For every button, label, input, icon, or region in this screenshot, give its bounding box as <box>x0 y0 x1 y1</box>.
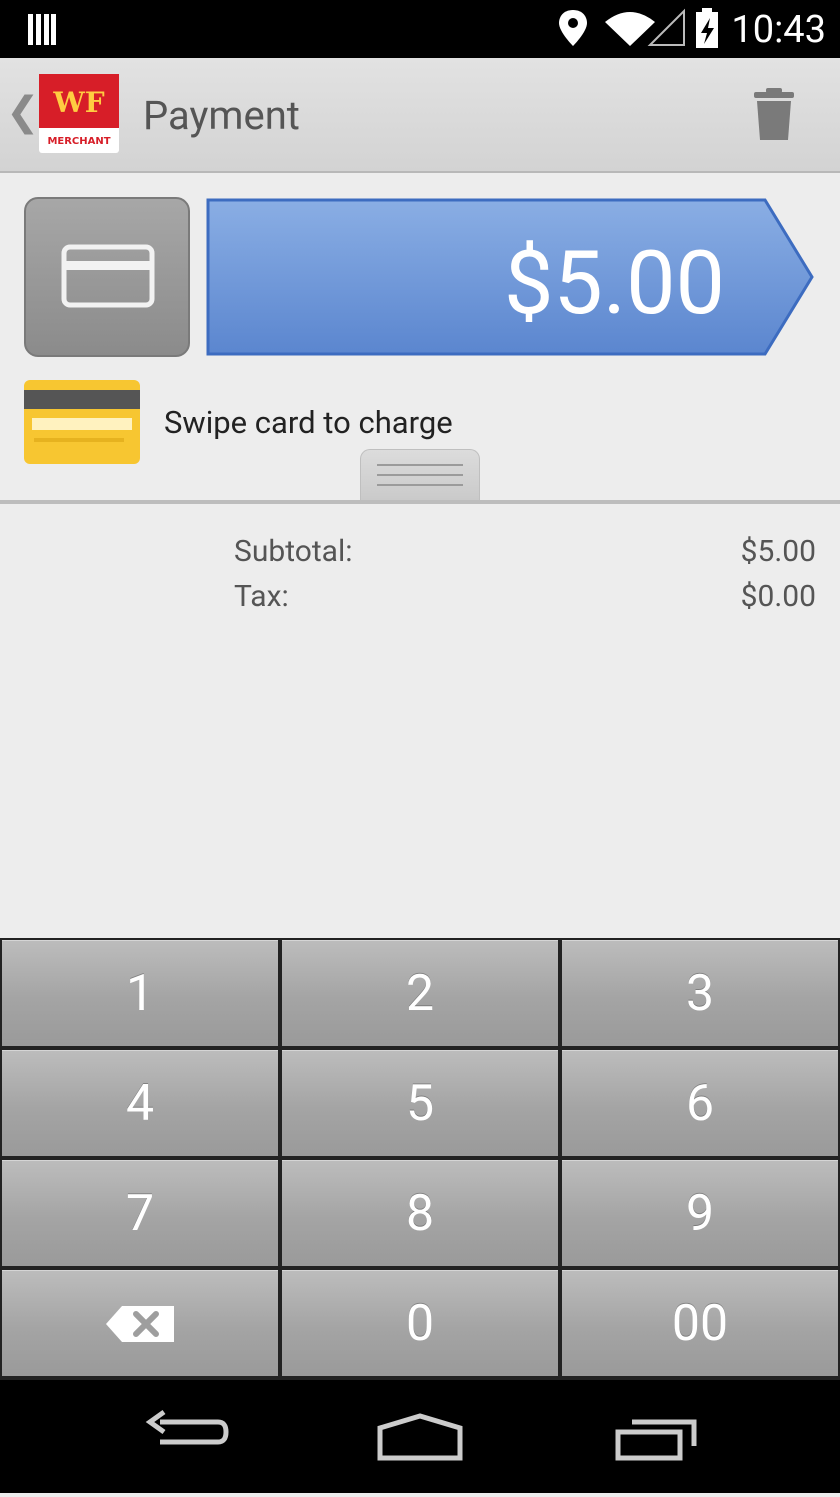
keypad: 1 2 3 4 5 6 7 8 9 0 00 <box>0 938 840 1380</box>
subtotal-value: $5.00 <box>740 534 816 569</box>
key-9[interactable]: 9 <box>562 1160 838 1266</box>
divider <box>0 500 840 504</box>
wifi-icon <box>605 12 655 46</box>
swipe-prompt: Swipe card to charge <box>164 404 453 441</box>
card-entry-button[interactable] <box>24 197 190 357</box>
recent-apps-icon[interactable] <box>615 1419 697 1461</box>
location-icon <box>559 10 587 46</box>
card-swipe-icon <box>24 380 140 464</box>
key-0[interactable]: 0 <box>282 1270 558 1376</box>
trash-icon[interactable] <box>750 86 798 146</box>
status-time: 10:43 <box>731 8 826 52</box>
key-2[interactable]: 2 <box>282 940 558 1046</box>
key-6[interactable]: 6 <box>562 1050 838 1156</box>
app-logo[interactable]: WF MERCHANT <box>39 74 119 153</box>
backspace-button[interactable] <box>2 1270 278 1376</box>
amount-value: $5.00 <box>503 232 725 335</box>
key-5[interactable]: 5 <box>282 1050 558 1156</box>
svg-text:WF: WF <box>52 86 104 119</box>
svg-text:MERCHANT: MERCHANT <box>47 136 110 147</box>
notifications-icon <box>28 14 56 45</box>
credit-card-icon <box>61 244 155 308</box>
drawer-handle[interactable] <box>360 449 480 503</box>
key-8[interactable]: 8 <box>282 1160 558 1266</box>
status-icons <box>28 8 718 48</box>
tax-value: $0.00 <box>740 579 816 614</box>
home-icon[interactable] <box>377 1413 463 1461</box>
wf-merchant-logo: WF MERCHANT <box>39 74 119 153</box>
back-icon[interactable] <box>145 1409 229 1445</box>
key-4[interactable]: 4 <box>2 1050 278 1156</box>
key-1[interactable]: 1 <box>2 940 278 1046</box>
action-bar: ❮ WF MERCHANT Payment <box>0 58 840 173</box>
tax-label: Tax: <box>234 579 289 614</box>
subtotal-label: Subtotal: <box>234 534 353 569</box>
status-bar: 10:43 <box>0 0 840 58</box>
page-title: Payment <box>143 92 300 139</box>
key-3[interactable]: 3 <box>562 940 838 1046</box>
navigation-bar <box>0 1380 840 1493</box>
chevron-left-icon[interactable]: ❮ <box>6 88 40 135</box>
key-7[interactable]: 7 <box>2 1160 278 1266</box>
key-00[interactable]: 00 <box>562 1270 838 1376</box>
battery-charging-icon <box>696 8 718 48</box>
signal-icon <box>647 8 685 46</box>
backspace-icon <box>106 1305 174 1342</box>
